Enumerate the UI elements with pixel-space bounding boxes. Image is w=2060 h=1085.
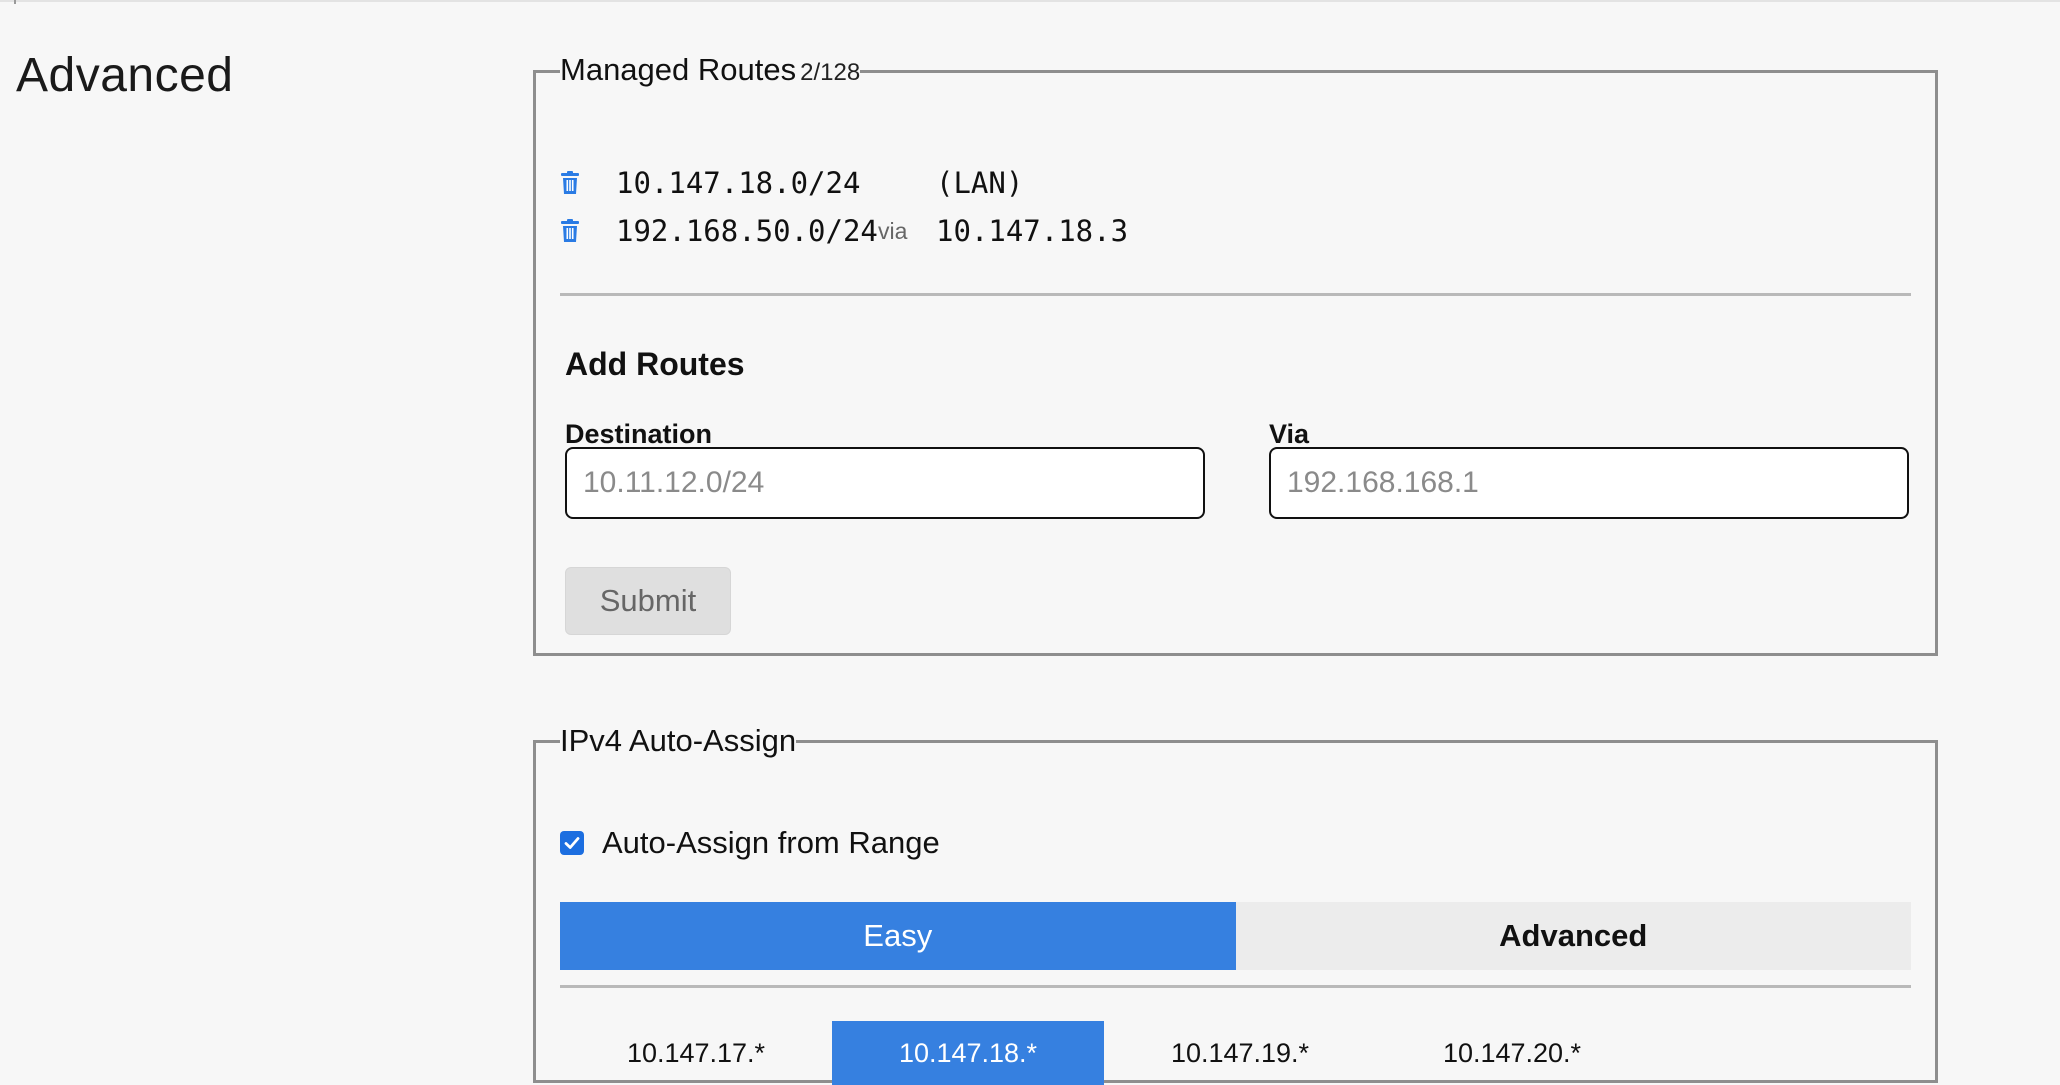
ipv4-legend: IPv4 Auto-Assign bbox=[560, 723, 797, 758]
top-tick bbox=[14, 0, 16, 4]
subnet-option-selected[interactable]: 10.147.18.* bbox=[832, 1021, 1104, 1085]
mode-toggle: Easy Advanced bbox=[560, 902, 1911, 970]
route-target: (LAN) bbox=[936, 166, 1024, 200]
route-target: 10.147.18.3 bbox=[936, 214, 1129, 248]
trash-icon[interactable] bbox=[560, 171, 580, 195]
mode-divider bbox=[560, 985, 1911, 988]
auto-assign-row: Auto-Assign from Range bbox=[560, 825, 940, 861]
route-row: 192.168.50.0/24 via 10.147.18.3 bbox=[560, 207, 1128, 255]
subnet-options: 10.147.17.* 10.147.18.* 10.147.19.* 10.1… bbox=[560, 1021, 1648, 1085]
tab-easy[interactable]: Easy bbox=[560, 902, 1236, 970]
route-row: 10.147.18.0/24 (LAN) bbox=[560, 159, 1128, 207]
managed-routes-legend: Managed Routes 2/128 bbox=[560, 52, 860, 91]
route-via-label bbox=[872, 170, 936, 197]
route-via-label: via bbox=[878, 217, 908, 244]
managed-routes-title: Managed Routes bbox=[560, 52, 797, 87]
destination-input[interactable] bbox=[565, 447, 1205, 519]
subnet-option[interactable]: 10.147.20.* bbox=[1376, 1021, 1648, 1085]
via-label: Via bbox=[1269, 419, 1310, 449]
managed-routes-panel: Managed Routes 2/128 10.147.18.0/24 (LAN) bbox=[533, 52, 1938, 656]
destination-label: Destination bbox=[565, 419, 713, 449]
ipv4-auto-assign-panel: IPv4 Auto-Assign Auto-Assign from Range … bbox=[533, 723, 1938, 1085]
submit-button[interactable]: Submit bbox=[565, 567, 731, 635]
route-destination: 10.147.18.0/24 bbox=[616, 166, 861, 200]
tab-advanced[interactable]: Advanced bbox=[1235, 902, 1911, 970]
routes-divider bbox=[560, 293, 1911, 296]
trash-icon[interactable] bbox=[560, 219, 580, 243]
check-icon bbox=[564, 837, 580, 849]
subnet-option[interactable]: 10.147.17.* bbox=[560, 1021, 832, 1085]
top-divider bbox=[0, 0, 2060, 2]
auto-assign-checkbox[interactable] bbox=[560, 831, 584, 855]
auto-assign-label: Auto-Assign from Range bbox=[602, 825, 940, 860]
via-input[interactable] bbox=[1269, 447, 1909, 519]
routes-count: 2/128 bbox=[800, 59, 861, 86]
section-title: Advanced bbox=[16, 49, 234, 102]
add-routes-title: Add Routes bbox=[565, 346, 745, 382]
subnet-option[interactable]: 10.147.19.* bbox=[1104, 1021, 1376, 1085]
route-destination: 192.168.50.0/24 bbox=[616, 214, 878, 248]
route-list: 10.147.18.0/24 (LAN) 192.168.50.0/24 via… bbox=[560, 159, 1128, 255]
